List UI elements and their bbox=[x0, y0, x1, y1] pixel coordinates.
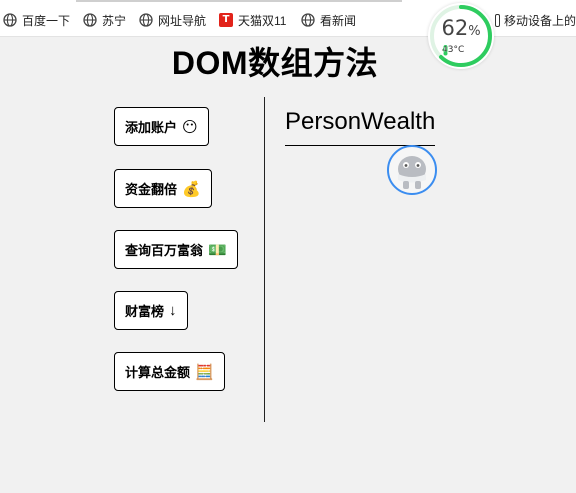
globe-icon bbox=[83, 13, 97, 27]
globe-icon bbox=[139, 13, 153, 27]
arrow-down-icon: ↓ bbox=[169, 302, 177, 319]
button-label: 财富榜 bbox=[125, 304, 165, 319]
show-millionaires-button[interactable]: 查询百万富翁 💵 bbox=[114, 230, 238, 269]
assistant-avatar[interactable] bbox=[387, 145, 437, 195]
globe-icon bbox=[3, 13, 17, 27]
phone-icon bbox=[495, 13, 500, 27]
tab-strip-edge bbox=[76, 0, 402, 2]
button-label: 添加账户 bbox=[125, 120, 178, 135]
calculate-total-button[interactable]: 计算总金额 🧮 bbox=[114, 352, 225, 391]
bookmark-label: 移动设备上的 bbox=[503, 13, 576, 28]
bookmark-news[interactable]: 看新闻 bbox=[301, 11, 356, 29]
bookmark-label: 看新闻 bbox=[320, 13, 357, 28]
page-title: DOM数组方法 bbox=[171, 45, 379, 81]
bookmark-baidu[interactable]: 百度一下 bbox=[3, 11, 70, 29]
sort-richest-button[interactable]: 财富榜 ↓ bbox=[114, 291, 188, 330]
gauge-unit: % bbox=[468, 24, 481, 39]
gauge-readout: 62% bbox=[428, 16, 494, 40]
money-bag-icon: 💰 bbox=[182, 180, 201, 198]
button-label: 查询百万富翁 bbox=[125, 243, 204, 258]
face-icon: 😶 bbox=[182, 118, 198, 136]
bookmark-label: 天猫双11 bbox=[238, 13, 287, 28]
mascot-icon bbox=[398, 156, 426, 189]
bookmark-nav[interactable]: 网址导航 bbox=[139, 11, 206, 29]
bookmark-label: 苏宁 bbox=[102, 13, 127, 28]
bookmark-label: 百度一下 bbox=[22, 13, 71, 28]
vertical-divider bbox=[264, 97, 265, 422]
bookmark-mobile[interactable]: 移动设备上的 bbox=[495, 11, 576, 29]
banknote-icon: 💵 bbox=[208, 241, 227, 259]
tmall-icon: T bbox=[219, 13, 233, 27]
gauge-value: 62 bbox=[441, 16, 469, 40]
bookmark-suning[interactable]: 苏宁 bbox=[83, 11, 126, 29]
wealth-list-header: PersonWealth bbox=[285, 107, 435, 146]
abacus-icon: 🧮 bbox=[195, 363, 214, 381]
globe-icon bbox=[301, 13, 315, 27]
button-label: 计算总金额 bbox=[125, 365, 191, 380]
bookmark-label: 网址导航 bbox=[158, 13, 207, 28]
button-label: 资金翻倍 bbox=[125, 182, 178, 197]
add-account-button[interactable]: 添加账户 😶 bbox=[114, 107, 209, 146]
bookmark-tmall[interactable]: T 天猫双11 bbox=[219, 11, 286, 29]
double-money-button[interactable]: 资金翻倍 💰 bbox=[114, 169, 212, 208]
